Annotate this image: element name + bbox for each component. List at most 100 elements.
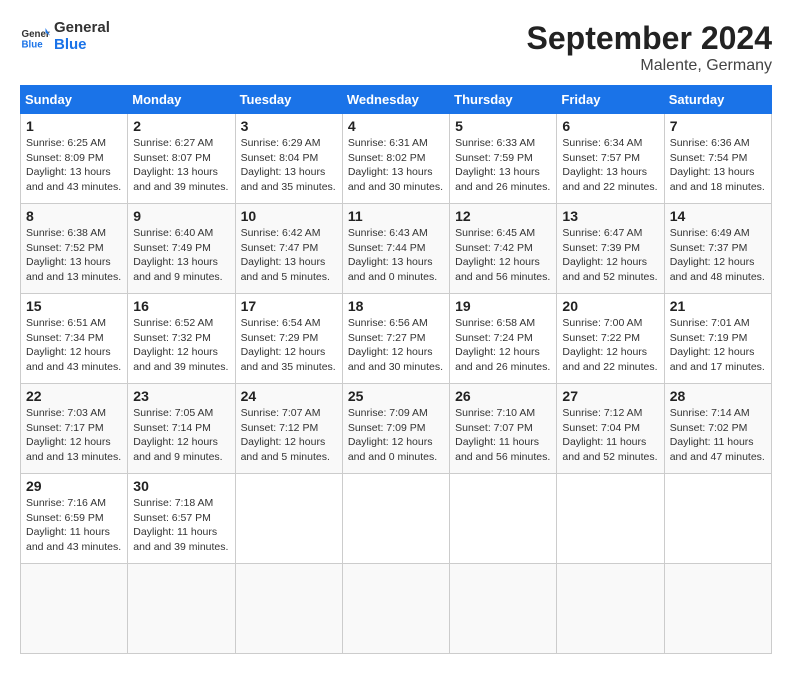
day-info: Sunrise: 7:05 AM Sunset: 7:14 PM Dayligh… bbox=[133, 406, 229, 465]
calendar-cell: 6 Sunrise: 6:34 AM Sunset: 7:57 PM Dayli… bbox=[557, 114, 664, 204]
calendar-cell: 22 Sunrise: 7:03 AM Sunset: 7:17 PM Dayl… bbox=[21, 384, 128, 474]
calendar-cell: 5 Sunrise: 6:33 AM Sunset: 7:59 PM Dayli… bbox=[450, 114, 557, 204]
calendar-cell: 14 Sunrise: 6:49 AM Sunset: 7:37 PM Dayl… bbox=[664, 204, 771, 294]
day-info: Sunrise: 6:25 AM Sunset: 8:09 PM Dayligh… bbox=[26, 136, 122, 195]
calendar-row-0: 1 Sunrise: 6:25 AM Sunset: 8:09 PM Dayli… bbox=[21, 114, 772, 204]
day-info: Sunrise: 6:34 AM Sunset: 7:57 PM Dayligh… bbox=[562, 136, 658, 195]
calendar-cell: 7 Sunrise: 6:36 AM Sunset: 7:54 PM Dayli… bbox=[664, 114, 771, 204]
col-monday: Monday bbox=[128, 86, 235, 114]
col-sunday: Sunday bbox=[21, 86, 128, 114]
calendar-cell: 3 Sunrise: 6:29 AM Sunset: 8:04 PM Dayli… bbox=[235, 114, 342, 204]
calendar-cell: 26 Sunrise: 7:10 AM Sunset: 7:07 PM Dayl… bbox=[450, 384, 557, 474]
calendar-cell: 17 Sunrise: 6:54 AM Sunset: 7:29 PM Dayl… bbox=[235, 294, 342, 384]
day-number: 30 bbox=[133, 478, 229, 494]
day-info: Sunrise: 7:14 AM Sunset: 7:02 PM Dayligh… bbox=[670, 406, 766, 465]
day-info: Sunrise: 7:00 AM Sunset: 7:22 PM Dayligh… bbox=[562, 316, 658, 375]
page-header: General Blue General Blue September 2024… bbox=[20, 20, 772, 75]
calendar-cell bbox=[450, 564, 557, 654]
day-number: 29 bbox=[26, 478, 122, 494]
day-number: 9 bbox=[133, 208, 229, 224]
day-number: 25 bbox=[348, 388, 444, 404]
day-number: 8 bbox=[26, 208, 122, 224]
calendar-cell: 28 Sunrise: 7:14 AM Sunset: 7:02 PM Dayl… bbox=[664, 384, 771, 474]
day-info: Sunrise: 7:18 AM Sunset: 6:57 PM Dayligh… bbox=[133, 496, 229, 555]
logo-icon: General Blue bbox=[20, 22, 50, 52]
day-info: Sunrise: 6:33 AM Sunset: 7:59 PM Dayligh… bbox=[455, 136, 551, 195]
day-info: Sunrise: 6:49 AM Sunset: 7:37 PM Dayligh… bbox=[670, 226, 766, 285]
day-info: Sunrise: 6:27 AM Sunset: 8:07 PM Dayligh… bbox=[133, 136, 229, 195]
calendar-row-3: 22 Sunrise: 7:03 AM Sunset: 7:17 PM Dayl… bbox=[21, 384, 772, 474]
day-info: Sunrise: 6:45 AM Sunset: 7:42 PM Dayligh… bbox=[455, 226, 551, 285]
day-info: Sunrise: 6:54 AM Sunset: 7:29 PM Dayligh… bbox=[241, 316, 337, 375]
day-number: 27 bbox=[562, 388, 658, 404]
day-number: 7 bbox=[670, 118, 766, 134]
calendar-cell bbox=[342, 474, 449, 564]
calendar-row-2: 15 Sunrise: 6:51 AM Sunset: 7:34 PM Dayl… bbox=[21, 294, 772, 384]
day-number: 1 bbox=[26, 118, 122, 134]
col-tuesday: Tuesday bbox=[235, 86, 342, 114]
calendar-cell: 16 Sunrise: 6:52 AM Sunset: 7:32 PM Dayl… bbox=[128, 294, 235, 384]
calendar-header-row: Sunday Monday Tuesday Wednesday Thursday… bbox=[21, 86, 772, 114]
logo-general: General bbox=[54, 20, 110, 37]
day-number: 12 bbox=[455, 208, 551, 224]
day-info: Sunrise: 6:51 AM Sunset: 7:34 PM Dayligh… bbox=[26, 316, 122, 375]
day-info: Sunrise: 6:38 AM Sunset: 7:52 PM Dayligh… bbox=[26, 226, 122, 285]
calendar-cell: 25 Sunrise: 7:09 AM Sunset: 7:09 PM Dayl… bbox=[342, 384, 449, 474]
calendar-cell: 9 Sunrise: 6:40 AM Sunset: 7:49 PM Dayli… bbox=[128, 204, 235, 294]
day-number: 23 bbox=[133, 388, 229, 404]
day-number: 18 bbox=[348, 298, 444, 314]
day-info: Sunrise: 6:31 AM Sunset: 8:02 PM Dayligh… bbox=[348, 136, 444, 195]
day-number: 11 bbox=[348, 208, 444, 224]
calendar-cell: 1 Sunrise: 6:25 AM Sunset: 8:09 PM Dayli… bbox=[21, 114, 128, 204]
day-info: Sunrise: 7:10 AM Sunset: 7:07 PM Dayligh… bbox=[455, 406, 551, 465]
day-info: Sunrise: 7:01 AM Sunset: 7:19 PM Dayligh… bbox=[670, 316, 766, 375]
calendar-cell: 27 Sunrise: 7:12 AM Sunset: 7:04 PM Dayl… bbox=[557, 384, 664, 474]
calendar-cell bbox=[557, 474, 664, 564]
calendar-cell bbox=[235, 474, 342, 564]
calendar-cell bbox=[21, 564, 128, 654]
logo: General Blue General Blue bbox=[20, 20, 110, 53]
day-number: 21 bbox=[670, 298, 766, 314]
day-number: 26 bbox=[455, 388, 551, 404]
calendar-table: Sunday Monday Tuesday Wednesday Thursday… bbox=[20, 85, 772, 654]
calendar-cell bbox=[128, 564, 235, 654]
day-number: 28 bbox=[670, 388, 766, 404]
calendar-cell: 11 Sunrise: 6:43 AM Sunset: 7:44 PM Dayl… bbox=[342, 204, 449, 294]
day-number: 5 bbox=[455, 118, 551, 134]
day-number: 16 bbox=[133, 298, 229, 314]
day-info: Sunrise: 7:16 AM Sunset: 6:59 PM Dayligh… bbox=[26, 496, 122, 555]
day-info: Sunrise: 6:56 AM Sunset: 7:27 PM Dayligh… bbox=[348, 316, 444, 375]
day-number: 22 bbox=[26, 388, 122, 404]
calendar-cell bbox=[235, 564, 342, 654]
day-number: 14 bbox=[670, 208, 766, 224]
calendar-cell: 29 Sunrise: 7:16 AM Sunset: 6:59 PM Dayl… bbox=[21, 474, 128, 564]
day-info: Sunrise: 7:03 AM Sunset: 7:17 PM Dayligh… bbox=[26, 406, 122, 465]
day-info: Sunrise: 6:47 AM Sunset: 7:39 PM Dayligh… bbox=[562, 226, 658, 285]
calendar-cell: 19 Sunrise: 6:58 AM Sunset: 7:24 PM Dayl… bbox=[450, 294, 557, 384]
col-saturday: Saturday bbox=[664, 86, 771, 114]
day-info: Sunrise: 6:42 AM Sunset: 7:47 PM Dayligh… bbox=[241, 226, 337, 285]
location: Malente, Germany bbox=[527, 57, 772, 75]
month-year: September 2024 bbox=[527, 20, 772, 57]
calendar-row-4: 29 Sunrise: 7:16 AM Sunset: 6:59 PM Dayl… bbox=[21, 474, 772, 564]
title-block: September 2024 Malente, Germany bbox=[527, 20, 772, 75]
day-info: Sunrise: 7:09 AM Sunset: 7:09 PM Dayligh… bbox=[348, 406, 444, 465]
day-number: 6 bbox=[562, 118, 658, 134]
calendar-cell: 20 Sunrise: 7:00 AM Sunset: 7:22 PM Dayl… bbox=[557, 294, 664, 384]
calendar-row-5 bbox=[21, 564, 772, 654]
calendar-cell: 10 Sunrise: 6:42 AM Sunset: 7:47 PM Dayl… bbox=[235, 204, 342, 294]
day-info: Sunrise: 6:43 AM Sunset: 7:44 PM Dayligh… bbox=[348, 226, 444, 285]
day-number: 19 bbox=[455, 298, 551, 314]
calendar-cell: 24 Sunrise: 7:07 AM Sunset: 7:12 PM Dayl… bbox=[235, 384, 342, 474]
day-info: Sunrise: 7:12 AM Sunset: 7:04 PM Dayligh… bbox=[562, 406, 658, 465]
calendar-cell: 13 Sunrise: 6:47 AM Sunset: 7:39 PM Dayl… bbox=[557, 204, 664, 294]
day-number: 3 bbox=[241, 118, 337, 134]
calendar-cell bbox=[557, 564, 664, 654]
calendar-cell: 2 Sunrise: 6:27 AM Sunset: 8:07 PM Dayli… bbox=[128, 114, 235, 204]
calendar-row-1: 8 Sunrise: 6:38 AM Sunset: 7:52 PM Dayli… bbox=[21, 204, 772, 294]
day-info: Sunrise: 6:40 AM Sunset: 7:49 PM Dayligh… bbox=[133, 226, 229, 285]
day-number: 10 bbox=[241, 208, 337, 224]
calendar-cell: 30 Sunrise: 7:18 AM Sunset: 6:57 PM Dayl… bbox=[128, 474, 235, 564]
logo-blue: Blue bbox=[54, 37, 110, 54]
calendar-cell: 23 Sunrise: 7:05 AM Sunset: 7:14 PM Dayl… bbox=[128, 384, 235, 474]
